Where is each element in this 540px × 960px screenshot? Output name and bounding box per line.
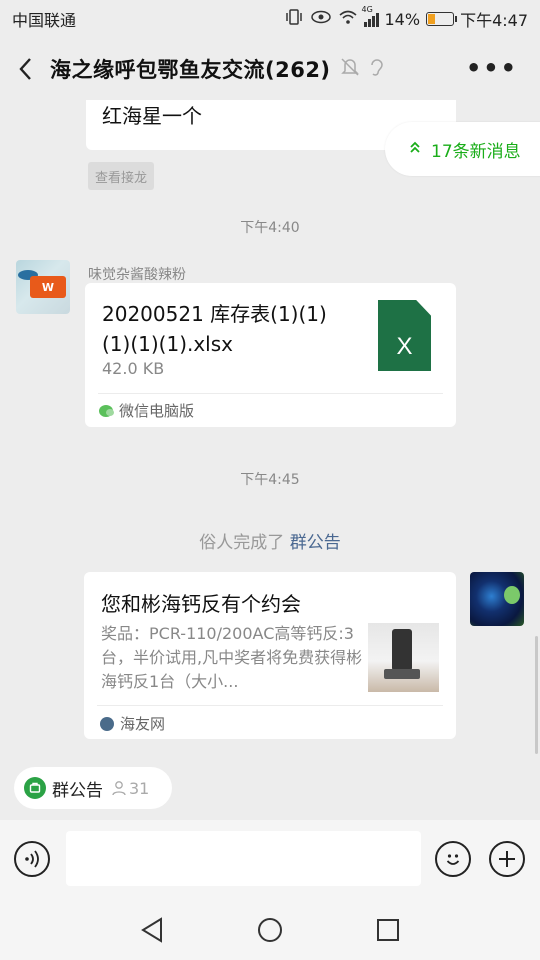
time-divider: 下午4:45	[240, 472, 300, 488]
card-source-label: 海友网	[120, 715, 166, 733]
earpiece-icon	[369, 57, 385, 82]
file-name: 20200521 库存表(1)(1)(1)(1)(1).xlsx	[102, 302, 327, 356]
my-avatar[interactable]	[470, 572, 524, 626]
triangle-back-icon	[141, 917, 162, 943]
divider	[97, 705, 443, 706]
square-recents-icon	[377, 919, 399, 941]
new-messages-label: 17条新消息	[431, 141, 521, 162]
system-nav-bar	[0, 900, 540, 960]
battery-percent: 14%	[384, 9, 421, 29]
nav-home-button[interactable]	[252, 912, 288, 948]
eye-icon	[310, 9, 332, 29]
title-status-icons	[340, 57, 385, 82]
new-messages-button[interactable]: 17条新消息	[385, 122, 540, 176]
file-size: 42.0 KB	[102, 359, 165, 378]
vibrate-icon	[284, 8, 304, 30]
message-input[interactable]	[66, 831, 421, 886]
nav-back-button[interactable]	[134, 912, 170, 948]
sender-name: 味觉杂酱酸辣粉	[88, 267, 186, 283]
double-chevron-up-icon	[409, 140, 421, 158]
wifi-icon	[338, 9, 358, 29]
chevron-left-icon	[19, 58, 31, 80]
system-message-text: 俗人完成了	[199, 533, 285, 553]
file-source: 微信电脑版	[99, 400, 194, 421]
status-bar: 中国联通 4G 14% 下午4:47	[0, 0, 540, 38]
input-bar	[0, 820, 540, 900]
plus-icon	[499, 851, 515, 867]
clock: 下午4:47	[460, 11, 528, 30]
nav-recents-button[interactable]	[370, 912, 406, 948]
card-description: 奖品：PCR-110/200AC高等钙反:3台，半价试用,凡中奖者将免费获得彬海…	[101, 624, 363, 691]
mute-bell-icon	[340, 57, 359, 82]
time-divider: 下午4:40	[240, 220, 300, 236]
person-icon	[112, 781, 126, 796]
more-options-button[interactable]: •••	[466, 54, 518, 82]
message-text: 红海星一个	[102, 104, 202, 128]
excel-file-icon: X	[378, 300, 431, 371]
divider	[98, 393, 443, 394]
card-title: 您和彬海钙反有个约会	[101, 592, 301, 616]
emoji-button[interactable]	[435, 841, 471, 877]
group-notice-button[interactable]: 群公告 31	[14, 767, 172, 809]
file-source-label: 微信电脑版	[119, 402, 195, 420]
link-card-message[interactable]: 您和彬海钙反有个约会 奖品：PCR-110/200AC高等钙反:3台，半价试用,…	[84, 572, 456, 739]
carrier-name: 中国联通	[12, 11, 77, 30]
smiley-icon	[446, 854, 460, 865]
network-type: 4G	[361, 5, 373, 14]
battery-icon	[426, 12, 458, 26]
group-notice-label: 群公告	[52, 780, 103, 801]
sender-avatar[interactable]: W	[16, 260, 70, 314]
group-notice-link[interactable]: 群公告	[290, 533, 341, 553]
reader-count-value: 31	[129, 778, 150, 798]
signal-icon: 4G	[362, 5, 379, 27]
wechat-pc-icon	[99, 404, 114, 417]
card-thumbnail	[368, 623, 439, 692]
message-list[interactable]: 红海星一个 查看接龙 17条新消息 下午4:40 W 味觉杂酱酸辣粉 20200…	[0, 100, 540, 755]
system-message: 俗人完成了 群公告	[0, 528, 540, 553]
site-logo-icon	[100, 716, 114, 731]
chat-header: 海之缘呼包鄂鱼友交流(262) •••	[0, 38, 540, 100]
reader-count: 31	[111, 779, 149, 798]
scrollbar[interactable]	[535, 636, 538, 754]
file-message[interactable]: 20200521 库存表(1)(1)(1)(1)(1).xlsx 42.0 KB…	[85, 283, 456, 427]
chat-title[interactable]: 海之缘呼包鄂鱼友交流(262)	[50, 54, 331, 84]
status-icons: 4G 14% 下午4:47	[284, 5, 528, 31]
more-functions-button[interactable]	[489, 841, 525, 877]
back-button[interactable]	[0, 38, 50, 100]
voice-icon	[25, 850, 39, 868]
notice-icon	[24, 777, 46, 799]
view-relay-button[interactable]: 查看接龙	[88, 162, 154, 190]
circle-home-icon	[258, 918, 282, 942]
card-source: 海友网	[100, 713, 165, 734]
voice-input-button[interactable]	[14, 841, 50, 877]
